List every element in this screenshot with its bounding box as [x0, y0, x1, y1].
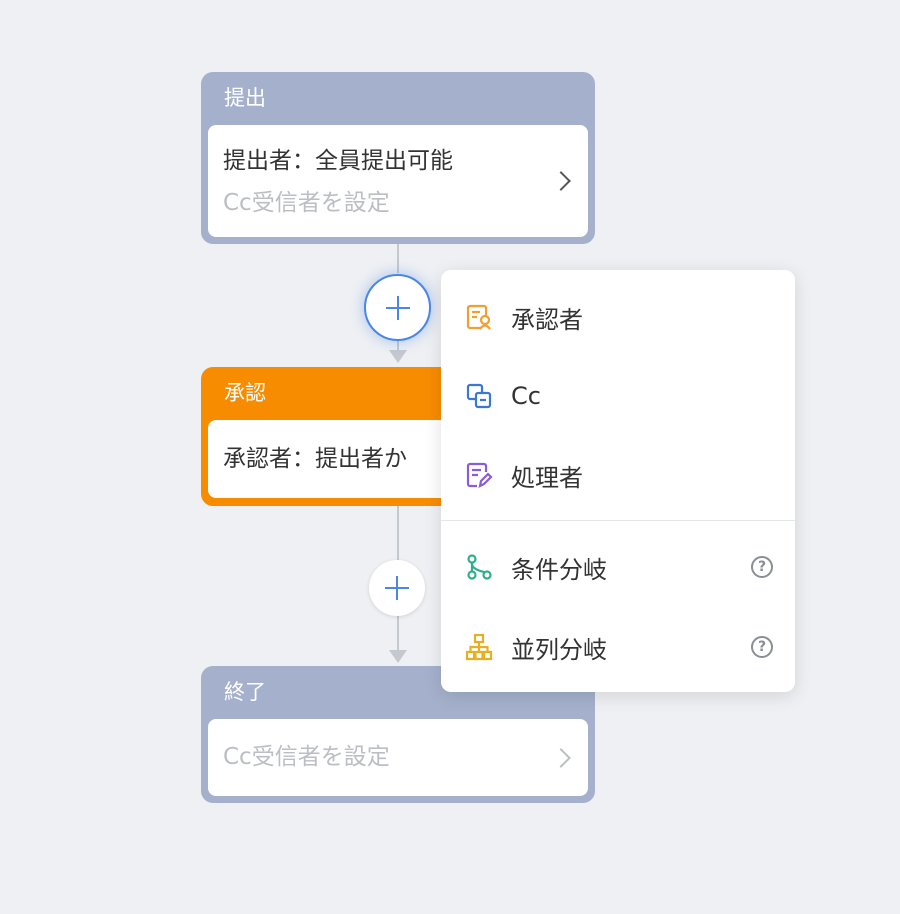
condition-branch-icon [465, 553, 493, 581]
menu-item-label: 並列分岐 [511, 635, 607, 664]
menu-item-label: 条件分岐 [511, 555, 607, 584]
add-node-button[interactable] [369, 560, 425, 616]
connector-arrow [389, 350, 407, 363]
connector-line [397, 243, 399, 273]
submitter-setting: 提出者：全員提出可能 [223, 148, 453, 174]
cc-setting-placeholder: Cc受信者を設定 [223, 744, 390, 770]
submit-node-body[interactable]: 提出者：全員提出可能 Cc受信者を設定 [208, 125, 588, 237]
menu-item-label: 処理者 [511, 463, 583, 492]
approver-icon [465, 303, 493, 331]
handler-icon [465, 461, 493, 489]
menu-item-approver[interactable]: 承認者 [441, 287, 795, 347]
cc-setting-placeholder: Cc受信者を設定 [223, 190, 390, 216]
menu-item-label: Cc [511, 382, 541, 410]
add-node-button[interactable] [364, 274, 431, 341]
menu-item-cc[interactable]: Cc [441, 366, 795, 426]
submit-node-title: 提出 [224, 86, 266, 110]
connector-line [397, 505, 399, 565]
help-icon[interactable]: ? [751, 556, 773, 578]
connector-line [397, 612, 399, 652]
menu-divider [441, 520, 795, 521]
parallel-branch-icon [465, 633, 493, 661]
submit-node[interactable]: 提出 提出者：全員提出可能 Cc受信者を設定 [201, 72, 595, 244]
menu-item-handler[interactable]: 処理者 [441, 445, 795, 505]
menu-item-label: 承認者 [511, 305, 583, 334]
cc-icon [465, 382, 493, 410]
menu-item-parallel-branch[interactable]: 並列分岐 ? [441, 617, 795, 677]
menu-item-condition-branch[interactable]: 条件分岐 ? [441, 537, 795, 597]
help-icon[interactable]: ? [751, 636, 773, 658]
add-node-menu: 承認者 Cc 処理者 条件分岐 ? 並列分岐 ? [441, 270, 795, 692]
end-node-body[interactable]: Cc受信者を設定 [208, 719, 588, 796]
connector-arrow [389, 650, 407, 663]
